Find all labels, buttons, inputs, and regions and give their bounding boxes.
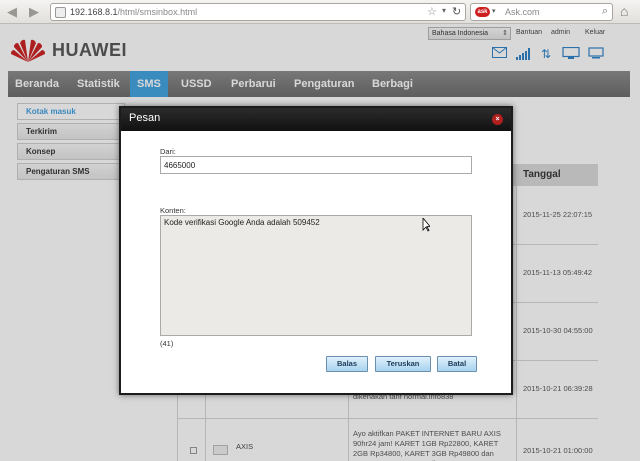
search-magnifier-icon[interactable]: ⌕: [602, 5, 608, 18]
url-dropdown-icon[interactable]: ▾: [442, 6, 446, 15]
message-dialog: Pesan × Dari: Konten: Kode verifikasi Go…: [119, 106, 513, 395]
forward-arrow-icon[interactable]: ▶: [26, 4, 42, 20]
close-icon[interactable]: ×: [492, 114, 503, 125]
dialog-header: Pesan ×: [121, 108, 511, 131]
ask-logo-icon[interactable]: ask: [475, 7, 490, 17]
from-field[interactable]: [160, 156, 472, 174]
search-input[interactable]: Ask.com: [505, 7, 540, 17]
reply-button[interactable]: Balas: [326, 356, 368, 372]
char-count: (41): [160, 339, 174, 348]
reload-icon[interactable]: ↻: [452, 5, 461, 18]
home-icon[interactable]: ⌂: [620, 3, 628, 19]
message-content-area[interactable]: Kode verifikasi Google Anda adalah 50945…: [160, 215, 472, 336]
mouse-cursor-icon: [422, 218, 430, 232]
cancel-button[interactable]: Batal: [437, 356, 477, 372]
search-dropdown-icon[interactable]: ▾: [492, 7, 496, 15]
address-bar[interactable]: 192.168.8.1/html/smsinbox.html ☆ ▾ ↻: [50, 3, 466, 21]
page-icon: [55, 7, 66, 18]
dialog-title: Pesan: [129, 112, 161, 124]
content-label: Konten:: [160, 206, 186, 215]
from-label: Dari:: [160, 147, 176, 156]
forward-button[interactable]: Teruskan: [375, 356, 431, 372]
search-box[interactable]: ask ▾ Ask.com ⌕: [470, 3, 613, 21]
url-text: 192.168.8.1/html/smsinbox.html: [70, 7, 198, 17]
browser-toolbar: ◀ ▶ 192.168.8.1/html/smsinbox.html ☆ ▾ ↻…: [0, 0, 640, 24]
bookmark-star-icon[interactable]: ☆: [427, 5, 437, 18]
back-arrow-icon[interactable]: ◀: [4, 4, 20, 20]
